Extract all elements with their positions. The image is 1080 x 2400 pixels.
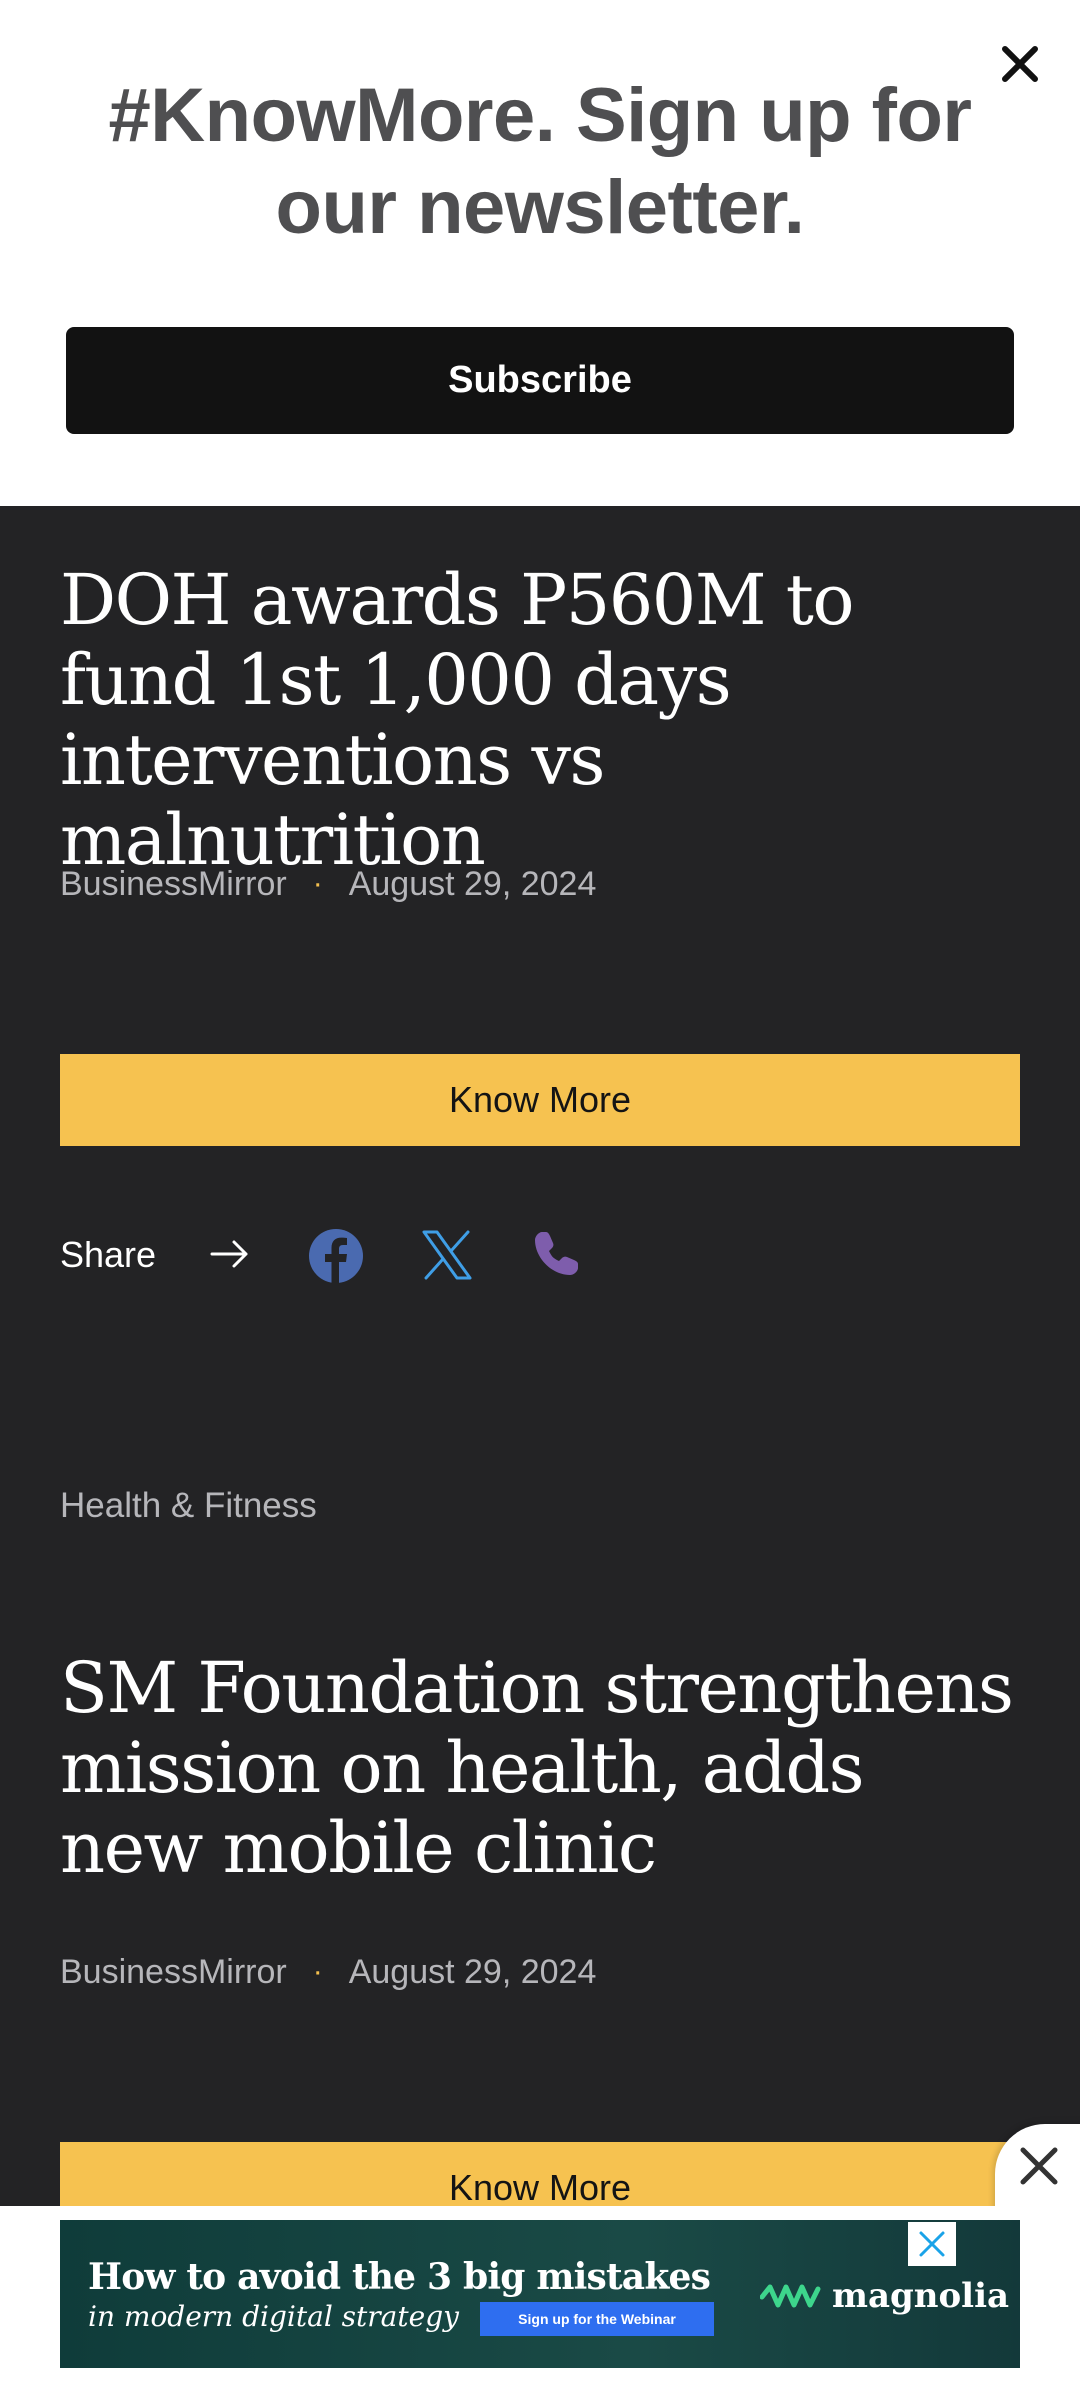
close-ad-button[interactable]	[995, 2124, 1080, 2214]
article-date: August 29, 2024	[348, 1952, 597, 1991]
meta-separator: ·	[312, 1955, 323, 1988]
close-icon	[1020, 2147, 1058, 2185]
ad-brand-name: magnolia	[832, 2276, 1010, 2316]
meta-separator: ·	[312, 867, 323, 900]
share-row: Share	[60, 1220, 660, 1290]
arrow-right-icon	[210, 1240, 248, 1268]
newsletter-banner: #KnowMore. Sign up for our newsletter. S…	[0, 0, 1080, 506]
facebook-icon[interactable]	[308, 1228, 364, 1284]
close-icon	[919, 2231, 945, 2257]
ad-cta-button[interactable]: Sign up for the Webinar	[480, 2302, 714, 2336]
newsletter-title: #KnowMore. Sign up for our newsletter.	[108, 73, 972, 250]
ad-headline: How to avoid the 3 big mistakes	[88, 2256, 711, 2298]
article-date: August 29, 2024	[348, 864, 597, 903]
page: #KnowMore. Sign up for our newsletter. S…	[0, 0, 1080, 2400]
subscribe-button[interactable]: Subscribe	[66, 327, 1014, 434]
ad-banner[interactable]: How to avoid the 3 big mistakes in moder…	[60, 2220, 1020, 2368]
ad-brand: magnolia	[760, 2276, 1009, 2316]
ad-choices-close-button[interactable]	[908, 2222, 956, 2266]
magnolia-logo-icon	[760, 2284, 821, 2308]
article-title[interactable]: SM Foundation strengthens mission on hea…	[60, 1648, 1020, 1888]
x-twitter-icon[interactable]	[420, 1228, 474, 1282]
article-source: BusinessMirror	[60, 864, 287, 903]
share-label: Share	[60, 1234, 157, 1275]
know-more-button[interactable]: Know More	[60, 1054, 1020, 1146]
article-source: BusinessMirror	[60, 1952, 287, 1991]
article-meta: BusinessMirror · August 29, 2024	[60, 1950, 596, 1994]
phone-icon[interactable]	[530, 1228, 582, 1280]
article-meta: BusinessMirror · August 29, 2024	[60, 862, 596, 906]
ad-subline: in modern digital strategy	[88, 2300, 459, 2333]
article-category[interactable]: Health & Fitness	[60, 1486, 317, 1526]
article-title[interactable]: DOH awards P560M to fund 1st 1,000 days …	[60, 560, 1020, 880]
